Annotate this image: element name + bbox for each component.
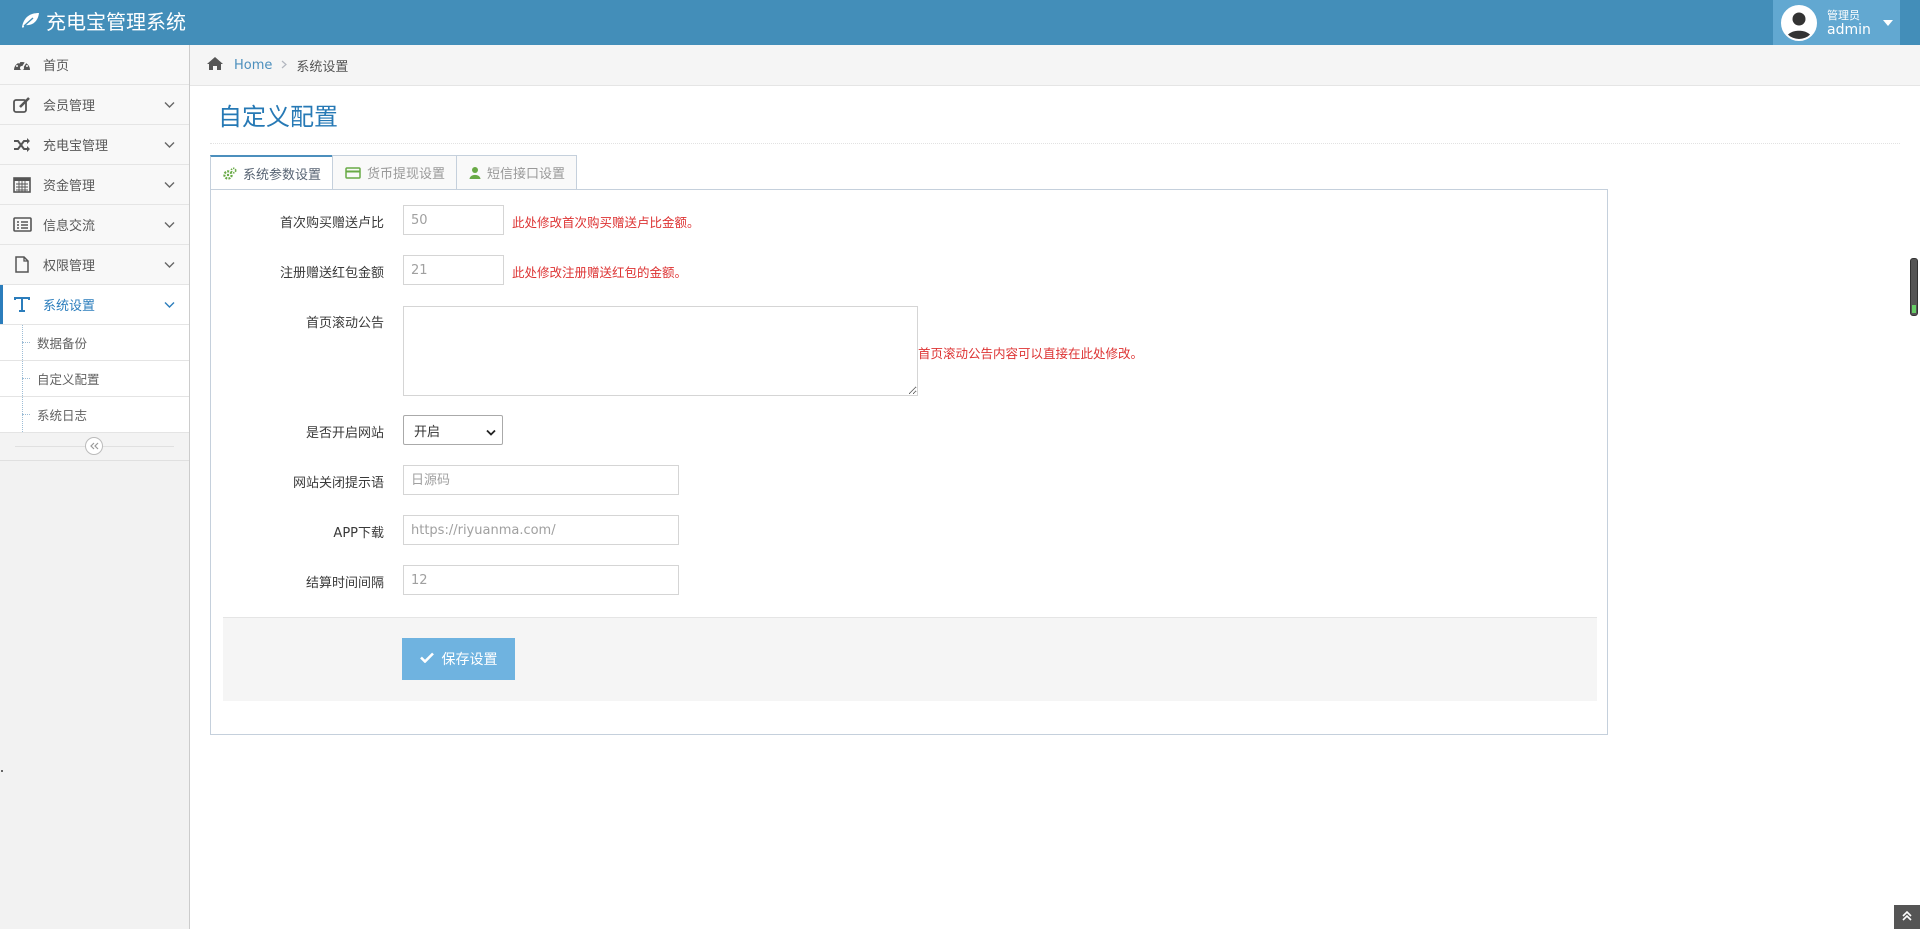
user-role: 管理员: [1827, 8, 1860, 22]
avatar: [1781, 4, 1817, 41]
notice-help: 首页滚动公告内容可以直接在此处修改。: [918, 346, 1144, 361]
chevron-down-icon: [164, 178, 175, 193]
calendar-icon: [11, 176, 33, 194]
sidebar-item-label: 会员管理: [43, 99, 96, 114]
chevron-right-icon: [281, 58, 288, 72]
top-navbar: 充电宝管理系统 管理员 admin: [0, 0, 1920, 45]
settle-interval-label: 结算时间间隔: [305, 576, 384, 591]
user-icon: [469, 166, 481, 179]
sidebar-item-label: 资金管理: [43, 179, 96, 194]
sidebar-subitem-backup[interactable]: 数据备份: [0, 325, 189, 361]
text-icon: [11, 296, 33, 314]
double-angle-left-icon: [89, 440, 99, 453]
tab-label: 系统参数设置: [243, 168, 322, 183]
notice-label: 首页滚动公告: [305, 316, 384, 331]
brand[interactable]: 充电宝管理系统: [20, 0, 186, 45]
double-angle-up-icon: [1902, 910, 1912, 925]
sidebar-collapse-button[interactable]: [85, 437, 103, 455]
decorative-dot: [1, 770, 3, 772]
site-open-selected: 开启: [414, 424, 441, 440]
sidebar-item-messages[interactable]: 信息交流: [0, 205, 189, 245]
chevron-down-icon: [164, 98, 175, 113]
register-bonus-label: 注册赠送红包金额: [279, 266, 384, 281]
user-menu[interactable]: 管理员 admin: [1773, 0, 1900, 45]
chevron-down-icon: [164, 138, 175, 153]
sidebar-subitem-custom-config[interactable]: 自定义配置: [0, 361, 189, 397]
back-to-top-button[interactable]: [1894, 905, 1920, 929]
user-name: admin: [1827, 21, 1871, 38]
sidebar-item-powerbank[interactable]: 充电宝管理: [0, 125, 189, 165]
tab-panel-system-params: 首次购买赠送卢比 此处修改首次购买赠送卢比金额。 注册赠送红包金额 此处修改注册…: [210, 189, 1608, 735]
sidebar-item-label: 信息交流: [43, 219, 96, 234]
user-info: 管理员 admin: [1827, 9, 1871, 37]
sidebar-item-label: 充电宝管理: [43, 139, 109, 154]
list-alt-icon: [11, 216, 33, 234]
first-purchase-input[interactable]: [403, 205, 504, 235]
sidebar-subitem-label: 系统日志: [37, 408, 88, 423]
sidebar-subitem-label: 自定义配置: [37, 372, 100, 387]
sidebar-collapse-bar: [0, 433, 189, 461]
leaf-icon: [20, 0, 46, 45]
tab-label: 短信接口设置: [487, 167, 566, 182]
sidebar-item-label: 系统设置: [43, 299, 96, 314]
register-bonus-help: 此处修改注册赠送红包的金额。: [512, 265, 688, 280]
chevron-down-icon: [164, 258, 175, 273]
sidebar-item-system-settings[interactable]: 系统设置: [0, 285, 189, 325]
notice-textarea[interactable]: [403, 306, 918, 396]
breadcrumb-home-link[interactable]: Home: [234, 58, 272, 73]
sidebar-item-members[interactable]: 会员管理: [0, 85, 189, 125]
tab-withdraw-settings[interactable]: 货币提现设置: [332, 155, 458, 189]
tab-system-params[interactable]: 系统参数设置: [210, 155, 334, 190]
settle-interval-input[interactable]: [403, 565, 679, 595]
chevron-down-icon: [164, 298, 175, 313]
settings-tabs: 系统参数设置 货币提现设置 短信接口设置: [210, 155, 578, 190]
dashboard-icon: [11, 56, 33, 74]
form-actions: 保存设置: [223, 617, 1597, 701]
chevron-down-icon: [486, 426, 496, 441]
page-title: 自定义配置: [218, 103, 338, 131]
edit-icon: [11, 96, 33, 114]
first-purchase-label: 首次购买赠送卢比: [279, 216, 384, 231]
sidebar-item-label: 权限管理: [43, 259, 96, 274]
app-download-input[interactable]: [403, 515, 679, 545]
close-tip-label: 网站关闭提示语: [292, 476, 384, 491]
sidebar-subitem-label: 数据备份: [37, 336, 88, 351]
sidebar-item-home[interactable]: 首页: [0, 45, 189, 85]
sidebar-item-funds[interactable]: 资金管理: [0, 165, 189, 205]
first-purchase-help: 此处修改首次购买赠送卢比金额。: [512, 215, 700, 230]
check-icon: [419, 651, 442, 667]
tab-label: 货币提现设置: [367, 167, 446, 182]
site-open-select[interactable]: 开启: [403, 415, 503, 445]
divider: [210, 143, 1900, 144]
sidebar-subitem-system-log[interactable]: 系统日志: [0, 397, 189, 433]
register-bonus-input[interactable]: [403, 255, 504, 285]
chevron-down-icon: [164, 218, 175, 233]
breadcrumb: Home 系统设置: [190, 45, 1920, 86]
cogs-icon: [223, 167, 237, 180]
tab-sms-settings[interactable]: 短信接口设置: [456, 155, 578, 189]
breadcrumb-current: 系统设置: [296, 59, 349, 75]
credit-card-icon: [345, 166, 361, 179]
close-tip-input[interactable]: [403, 465, 679, 495]
scrollbar-thumb[interactable]: [1910, 258, 1918, 316]
home-icon[interactable]: [206, 56, 224, 75]
sidebar-item-label: 首页: [43, 59, 70, 74]
sidebar: 首页 会员管理 充电宝管理 资金管理 信息交流 权限管理 系统设置 数据备份 自…: [0, 45, 190, 929]
shuffle-icon: [11, 136, 33, 154]
save-button-label: 保存设置: [441, 652, 498, 668]
brand-title: 充电宝管理系统: [46, 10, 186, 34]
caret-down-icon: [1882, 19, 1893, 26]
file-icon: [11, 256, 33, 274]
sidebar-item-permissions[interactable]: 权限管理: [0, 245, 189, 285]
save-button[interactable]: 保存设置: [402, 638, 515, 680]
site-open-label: 是否开启网站: [305, 426, 384, 441]
app-download-label: APP下载: [333, 526, 384, 541]
